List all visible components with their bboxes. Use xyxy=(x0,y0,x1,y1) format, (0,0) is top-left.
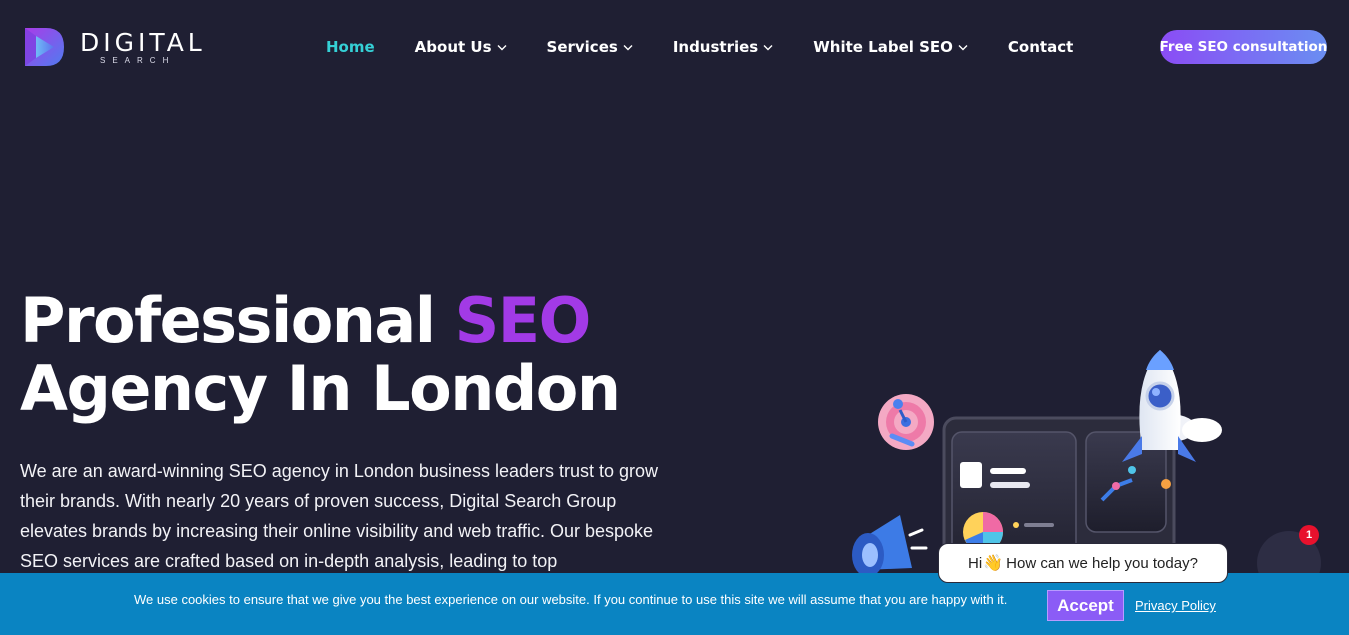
hero-title-line2: Agency In London xyxy=(20,352,621,425)
privacy-policy-link[interactable]: Privacy Policy xyxy=(1135,598,1216,613)
nav-item-label: Industries xyxy=(672,38,759,56)
nav-item-label: Contact xyxy=(1007,38,1074,56)
nav-item-label: About Us xyxy=(414,38,492,56)
main-nav: Home About Us Services Industries White … xyxy=(326,38,1113,56)
nav-item-home[interactable]: Home xyxy=(326,38,375,56)
free-seo-consultation-button[interactable]: Free SEO consultation xyxy=(1160,30,1327,64)
nav-item-white-label-seo[interactable]: White Label SEO xyxy=(813,38,968,56)
target-icon xyxy=(878,394,934,450)
chat-greeting-bubble[interactable]: Hi 👋 How can we help you today? xyxy=(938,543,1228,583)
hero-description: We are an award-winning SEO agency in Lo… xyxy=(20,461,659,571)
digital-search-logo-icon xyxy=(25,28,64,66)
brand-tagline: SEARCH xyxy=(100,55,176,65)
nav-item-label: Services xyxy=(546,38,618,56)
nav-item-label: Home xyxy=(326,38,375,56)
chevron-down-icon xyxy=(763,44,773,50)
nav-item-about-us[interactable]: About Us xyxy=(415,38,507,56)
brand-name: DIGITAL xyxy=(80,27,206,57)
megaphone-icon xyxy=(852,515,928,577)
hero-title-part1: Professional xyxy=(20,284,455,357)
chat-notification-badge: 1 xyxy=(1299,525,1319,545)
waving-hand-icon: 👋 xyxy=(983,555,1004,572)
hero-title: Professional SEO Agency In London xyxy=(20,284,621,425)
chat-greeting-prefix: Hi xyxy=(968,554,983,572)
accept-cookies-button[interactable]: Accept xyxy=(1047,590,1124,621)
nav-item-services[interactable]: Services xyxy=(547,38,633,56)
chevron-down-icon xyxy=(623,44,633,50)
site-header: DIGITAL SEARCH Home About Us Services In… xyxy=(0,0,1349,95)
chat-greeting-text: How can we help you today? xyxy=(1006,554,1198,572)
chevron-down-icon xyxy=(497,44,507,50)
cookie-message: We use cookies to ensure that we give yo… xyxy=(134,592,1008,607)
hero-title-accent: SEO xyxy=(454,284,592,357)
nav-item-contact[interactable]: Contact xyxy=(1008,38,1073,56)
brand-logo[interactable]: DIGITAL SEARCH xyxy=(24,26,206,68)
chevron-down-icon xyxy=(958,44,968,50)
nav-item-industries[interactable]: Industries xyxy=(673,38,773,56)
nav-item-label: White Label SEO xyxy=(813,38,953,56)
